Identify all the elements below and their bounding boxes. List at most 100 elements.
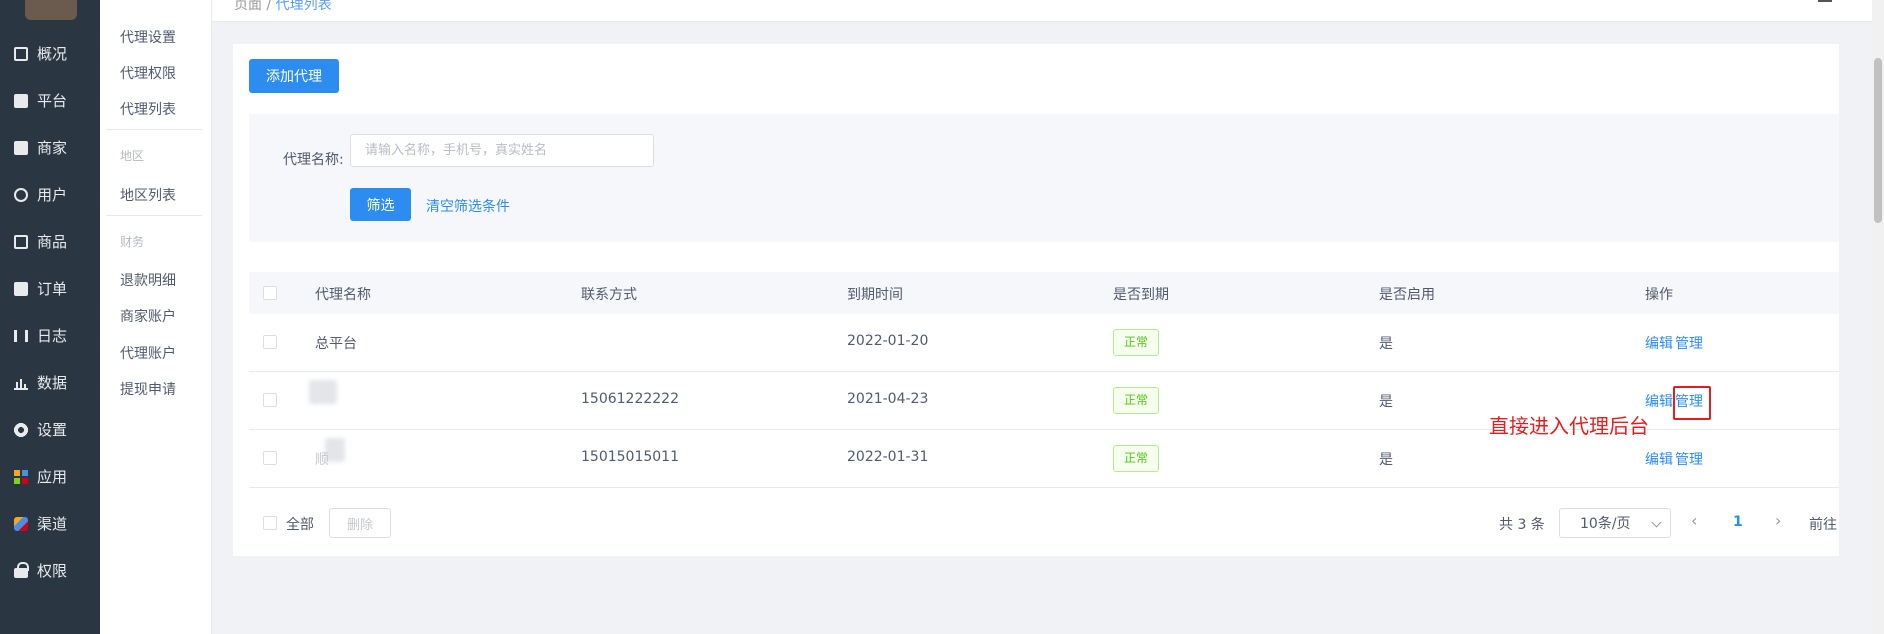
current-page[interactable]: 1 <box>1733 514 1743 530</box>
agent-name: 顺 <box>315 452 329 468</box>
page-size-value: 10条/页 <box>1580 516 1631 532</box>
breadcrumb: 页面 / 代理列表 <box>234 0 332 14</box>
nav-item-label: 权限 <box>37 562 68 580</box>
nav-item-label: 商家 <box>37 139 68 157</box>
submenu-item-agent-list[interactable]: 代理列表 <box>120 99 176 119</box>
divider <box>106 129 202 130</box>
avatar[interactable] <box>25 0 77 20</box>
filter-button[interactable]: 筛选 <box>350 188 411 221</box>
nav-item-label: 概况 <box>37 45 68 63</box>
nav-item-label: 日志 <box>37 327 68 345</box>
lock-icon <box>14 561 29 578</box>
enabled-value: 是 <box>1379 394 1393 410</box>
footer-select-all-checkbox[interactable] <box>263 516 277 530</box>
contact: 15061222222 <box>581 391 679 407</box>
nav-item-label: 用户 <box>37 186 68 204</box>
nav-item-channel[interactable]: 渠道 <box>0 500 100 547</box>
manage-link[interactable]: 管理 <box>1675 449 1703 469</box>
submenu-item-agent-permission[interactable]: 代理权限 <box>120 63 176 83</box>
submenu-item-agent-account[interactable]: 代理账户 <box>120 343 176 363</box>
nav-item-user[interactable]: 用户 <box>0 171 100 218</box>
column-header: 联系方式 <box>581 287 637 303</box>
expire-date: 2022-01-20 <box>847 333 929 349</box>
add-agent-button[interactable]: 添加代理 <box>249 59 339 93</box>
nav-item-label: 设置 <box>37 421 68 439</box>
next-page-icon[interactable]: › <box>1775 511 1781 530</box>
gear-icon <box>14 422 28 437</box>
menu-icon[interactable] <box>1818 0 1832 2</box>
row-checkbox[interactable] <box>263 335 277 349</box>
main-nav: 概况 平台 商家 用户 商品 订单 日志 数据 设置 应用 渠道 权限 <box>0 0 100 634</box>
nav-item-order[interactable]: 订单 <box>0 265 100 312</box>
edit-link[interactable]: 编辑 <box>1645 449 1673 469</box>
status-badge: 正常 <box>1113 445 1160 472</box>
agent-name-search-input[interactable] <box>350 134 654 167</box>
row-checkbox[interactable] <box>263 393 277 407</box>
desktop-icon <box>14 93 28 108</box>
table-header: 代理名称 联系方式 到期时间 是否到期 是否启用 操作 <box>249 272 1839 314</box>
status-badge: 正常 <box>1113 387 1160 414</box>
delete-button[interactable]: 删除 <box>329 508 391 538</box>
nav-item-log[interactable]: 日志 <box>0 312 100 359</box>
total-count: 共 3 条 <box>1499 517 1545 533</box>
submenu-item-region-list[interactable]: 地区列表 <box>120 185 176 205</box>
divider <box>106 215 202 216</box>
user-icon <box>14 187 28 202</box>
column-header: 操作 <box>1645 287 1673 303</box>
select-all-label: 全部 <box>286 517 314 533</box>
expire-date: 2021-04-23 <box>847 391 929 407</box>
nav-item-permission[interactable]: 权限 <box>0 547 100 594</box>
select-all-checkbox[interactable] <box>263 286 277 300</box>
monitor-icon <box>14 46 28 61</box>
edit-link[interactable]: 编辑 <box>1645 391 1673 411</box>
filter-panel: 代理名称: 筛选 清空筛选条件 <box>249 114 1839 242</box>
column-header: 代理名称 <box>315 287 371 303</box>
goods-icon <box>14 234 28 249</box>
submenu-item-refund[interactable]: 退款明细 <box>120 270 176 290</box>
nav-item-settings[interactable]: 设置 <box>0 406 100 453</box>
order-icon <box>14 281 28 296</box>
contact: 15015015011 <box>581 449 679 465</box>
nav-item-merchant[interactable]: 商家 <box>0 124 100 171</box>
table-footer: 全部 删除 共 3 条 10条/页 ‹ 1 › 前往 <box>249 508 1839 538</box>
nav-item-goods[interactable]: 商品 <box>0 218 100 265</box>
edit-link[interactable]: 编辑 <box>1645 333 1673 353</box>
nav-item-label: 商品 <box>37 233 68 251</box>
expire-date: 2022-01-31 <box>847 449 929 465</box>
column-header: 到期时间 <box>847 287 903 303</box>
log-icon <box>14 329 28 342</box>
submenu-item-agent-settings[interactable]: 代理设置 <box>120 27 176 47</box>
breadcrumb-home[interactable]: 页面 <box>234 0 262 13</box>
manage-link[interactable]: 管理 <box>1675 333 1703 353</box>
enabled-value: 是 <box>1379 452 1393 468</box>
table-row: 15061222222 2021-04-23 正常 是 编辑 管理 直接进入代理… <box>249 372 1839 438</box>
nav-item-label: 渠道 <box>37 515 68 533</box>
column-header: 是否到期 <box>1113 287 1169 303</box>
chart-icon <box>14 375 28 390</box>
goto-label: 前往 <box>1809 517 1837 533</box>
row-checkbox[interactable] <box>263 451 277 465</box>
status-badge: 正常 <box>1113 329 1160 356</box>
chevron-down-icon <box>1651 517 1662 528</box>
scrollbar-thumb[interactable] <box>1874 58 1882 223</box>
prev-page-icon[interactable]: ‹ <box>1691 511 1697 530</box>
nav-item-data[interactable]: 数据 <box>0 359 100 406</box>
submenu-item-merchant-account[interactable]: 商家账户 <box>120 306 176 326</box>
page-size-select[interactable]: 10条/页 <box>1559 508 1671 538</box>
table-row: 顺 15015015011 2022-01-31 正常 是 编辑 管理 <box>249 430 1839 488</box>
clear-filter-link[interactable]: 清空筛选条件 <box>426 196 510 216</box>
breadcrumb-separator: / <box>262 0 276 13</box>
store-icon <box>14 140 28 155</box>
nav-item-label: 数据 <box>37 374 68 392</box>
apps-icon <box>14 469 28 484</box>
submenu-group-finance: 财务 <box>120 235 145 249</box>
nav-item-apps[interactable]: 应用 <box>0 453 100 500</box>
nav-item-platform[interactable]: 平台 <box>0 77 100 124</box>
submenu-item-withdraw[interactable]: 提现申请 <box>120 379 176 399</box>
nav-item-overview[interactable]: 概况 <box>0 30 100 77</box>
content-card: 添加代理 代理名称: 筛选 清空筛选条件 代理名称 联系方式 到期时间 是否到期… <box>233 44 1839 556</box>
annotation-highlight-box <box>1673 386 1711 420</box>
channel-icon <box>14 516 28 531</box>
column-header: 是否启用 <box>1379 287 1435 303</box>
breadcrumb-current: 代理列表 <box>275 0 332 13</box>
